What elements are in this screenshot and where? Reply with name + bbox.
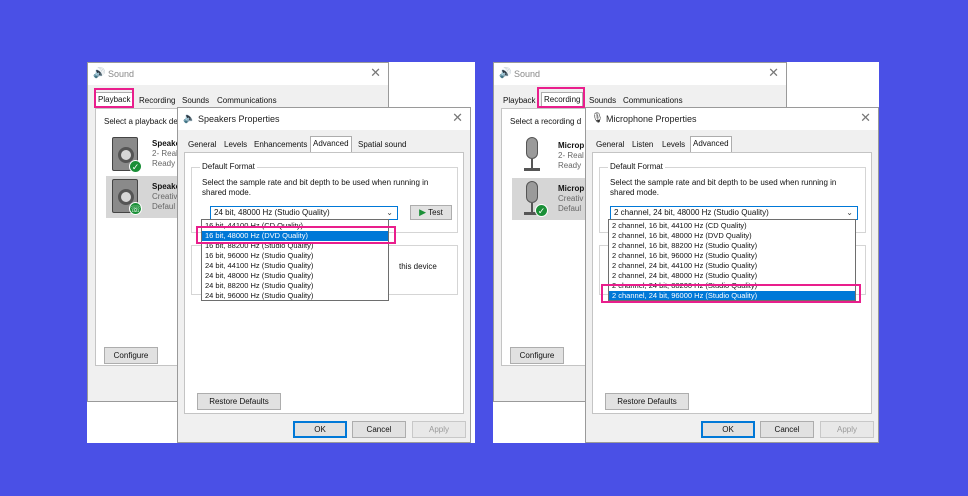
select-device-instruction: Select a playback de xyxy=(104,117,178,126)
restore-defaults-button[interactable]: Restore Defaults xyxy=(197,393,281,410)
format-option[interactable]: 2 channel, 16 bit, 96000 Hz (Studio Qual… xyxy=(609,251,855,261)
sound-window-title: Sound xyxy=(108,69,135,79)
tab-sounds[interactable]: Sounds xyxy=(587,94,618,108)
format-option[interactable]: 2 channel, 24 bit, 44100 Hz (Studio Qual… xyxy=(609,261,855,271)
device-detail: Creativ xyxy=(152,192,178,201)
select-device-instruction: Select a recording d xyxy=(510,117,582,126)
chevron-down-icon: ⌄ xyxy=(386,208,393,217)
format-option[interactable]: 24 bit, 44100 Hz (Studio Quality) xyxy=(202,261,388,271)
exclusive-mode-text: this device xyxy=(399,262,437,271)
speaker-app-icon: 🔈 xyxy=(183,113,196,124)
recording-screenshot-panel: 🔊 Sound ✕ Playback Recording Sounds Comm… xyxy=(493,62,879,443)
microphone-app-icon: 🎙 xyxy=(591,113,604,124)
default-check-icon: ✓ xyxy=(129,160,142,173)
sound-titlebar: 🔊 Sound ✕ xyxy=(88,63,388,85)
properties-titlebar: 🔈 Speakers Properties ✕ xyxy=(178,108,470,130)
tab-playback[interactable]: Playback xyxy=(501,94,537,108)
device-name: Speake xyxy=(152,139,181,148)
device-status: Defaul xyxy=(558,204,582,213)
phone-icon: ☏ xyxy=(129,202,142,215)
tab-communications[interactable]: Communications xyxy=(215,94,279,108)
chevron-down-icon: ⌄ xyxy=(846,208,853,217)
format-selected-value: 24 bit, 48000 Hz (Studio Quality) xyxy=(214,208,330,217)
group-label: Default Format xyxy=(608,162,665,171)
highlight-box xyxy=(601,284,861,303)
speaker-icon: ✓ xyxy=(112,137,142,173)
format-option[interactable]: 2 channel, 24 bit, 48000 Hz (Studio Qual… xyxy=(609,271,855,281)
ok-button[interactable]: OK xyxy=(293,421,347,438)
close-icon[interactable]: ✕ xyxy=(370,65,381,81)
format-description: Select the sample rate and bit depth to … xyxy=(202,178,429,197)
device-status: Defaul xyxy=(152,202,176,211)
format-dropdown[interactable]: 2 channel, 24 bit, 48000 Hz (Studio Qual… xyxy=(610,206,858,220)
properties-window-title: Microphone Properties xyxy=(606,114,697,124)
tab-recording[interactable]: Recording xyxy=(137,94,177,108)
device-item[interactable]: ☏ Speake Creativ Defaul xyxy=(106,176,186,218)
cancel-button[interactable]: Cancel xyxy=(352,421,406,438)
format-option[interactable]: 16 bit, 96000 Hz (Studio Quality) xyxy=(202,251,388,261)
tab-listen[interactable]: Listen xyxy=(630,138,655,152)
group-label: Default Format xyxy=(200,162,257,171)
tab-levels[interactable]: Levels xyxy=(222,138,249,152)
device-name: Microp xyxy=(558,141,585,150)
speaker-app-icon: 🔊 xyxy=(499,68,512,79)
sound-titlebar: 🔊 Sound ✕ xyxy=(494,63,786,85)
speaker-app-icon: 🔊 xyxy=(93,68,106,79)
test-label: Test xyxy=(428,208,443,217)
device-item[interactable]: Microp 2- Real Ready xyxy=(512,133,592,173)
tab-communications[interactable]: Communications xyxy=(621,94,685,108)
playback-screenshot-panel: 🔊 Sound ✕ Playback Recording Sounds Comm… xyxy=(87,62,475,443)
device-name: Microp xyxy=(558,184,585,193)
tab-levels[interactable]: Levels xyxy=(660,138,687,152)
microphone-icon xyxy=(518,137,546,173)
properties-window-title: Speakers Properties xyxy=(198,114,280,124)
tab-sounds[interactable]: Sounds xyxy=(180,94,211,108)
tab-general[interactable]: General xyxy=(594,138,626,152)
format-option[interactable]: 24 bit, 48000 Hz (Studio Quality) xyxy=(202,271,388,281)
device-item[interactable]: ✓ Microp Creativ Defaul xyxy=(512,178,592,220)
highlight-box xyxy=(537,87,585,108)
configure-button[interactable]: Configure xyxy=(510,347,564,364)
microphone-icon: ✓ xyxy=(518,181,548,217)
format-option[interactable]: 24 bit, 96000 Hz (Studio Quality) xyxy=(202,291,388,300)
device-status: Ready xyxy=(558,161,582,170)
play-icon: ▶ xyxy=(419,207,427,217)
device-status: Ready xyxy=(152,159,176,168)
ok-button[interactable]: OK xyxy=(701,421,755,438)
format-description: Select the sample rate and bit depth to … xyxy=(610,178,837,197)
close-icon[interactable]: ✕ xyxy=(768,65,779,81)
device-detail: Creativ xyxy=(558,194,584,203)
speaker-icon: ☏ xyxy=(112,179,142,215)
cancel-button[interactable]: Cancel xyxy=(760,421,814,438)
tab-enhancements[interactable]: Enhancements xyxy=(252,138,309,152)
tab-spatial-sound[interactable]: Spatial sound xyxy=(356,138,408,152)
highlight-box xyxy=(94,88,134,108)
close-icon[interactable]: ✕ xyxy=(860,110,871,126)
format-option[interactable]: 2 channel, 16 bit, 48000 Hz (DVD Quality… xyxy=(609,231,855,241)
format-dropdown[interactable]: 24 bit, 48000 Hz (Studio Quality) ⌄ xyxy=(210,206,398,220)
test-button[interactable]: ▶ Test xyxy=(410,205,452,220)
default-check-icon: ✓ xyxy=(535,204,548,217)
configure-button[interactable]: Configure xyxy=(104,347,158,364)
close-icon[interactable]: ✕ xyxy=(452,110,463,126)
tab-general[interactable]: General xyxy=(186,138,218,152)
highlight-box xyxy=(196,226,396,244)
device-detail: 2- Real xyxy=(558,151,584,160)
format-option[interactable]: 2 channel, 16 bit, 88200 Hz (Studio Qual… xyxy=(609,241,855,251)
format-selected-value: 2 channel, 24 bit, 48000 Hz (Studio Qual… xyxy=(614,208,769,217)
apply-button[interactable]: Apply xyxy=(820,421,874,438)
sound-window-title: Sound xyxy=(514,69,541,79)
format-option[interactable]: 24 bit, 88200 Hz (Studio Quality) xyxy=(202,281,388,291)
tab-advanced[interactable]: Advanced xyxy=(310,136,352,152)
device-item[interactable]: ✓ Speake 2- Real Ready xyxy=(106,133,186,173)
format-option[interactable]: 2 channel, 16 bit, 44100 Hz (CD Quality) xyxy=(609,221,855,231)
device-detail: 2- Real xyxy=(152,149,178,158)
tab-advanced[interactable]: Advanced xyxy=(690,136,732,152)
device-name: Speake xyxy=(152,182,181,191)
properties-titlebar: 🎙 Microphone Properties ✕ xyxy=(586,108,878,130)
apply-button[interactable]: Apply xyxy=(412,421,466,438)
restore-defaults-button[interactable]: Restore Defaults xyxy=(605,393,689,410)
